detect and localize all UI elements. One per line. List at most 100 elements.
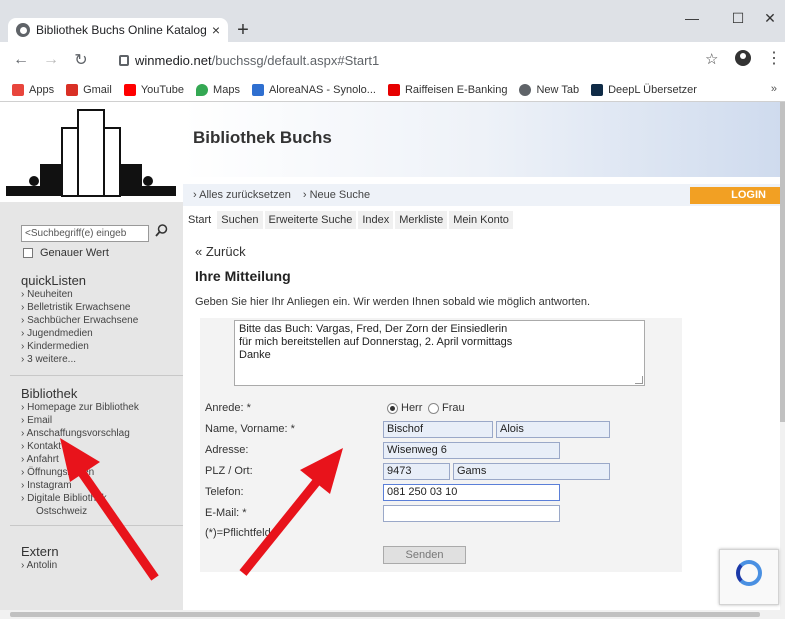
login-button[interactable]: LOGIN (690, 187, 780, 204)
close-tab-icon[interactable]: × (212, 22, 220, 38)
vertical-scroll-thumb[interactable] (780, 102, 785, 422)
tab-index[interactable]: Index (357, 210, 395, 230)
divider (10, 375, 183, 376)
url-path: /buchssg/default.aspx#Start1 (211, 52, 380, 68)
lock-icon (119, 54, 129, 66)
resize-grip-icon[interactable] (635, 376, 643, 384)
sidebar-item-continued[interactable]: Ostschweiz (36, 506, 87, 517)
main-tabs: Start Suchen Erweiterte Suche Index Merk… (183, 210, 514, 230)
account-avatar-icon[interactable] (735, 50, 751, 66)
plz-label: PLZ / Ort: (205, 465, 253, 477)
exact-value-label: Genauer Wert (40, 247, 109, 259)
name-label: Name, Vorname: * (205, 423, 295, 435)
bookmark-gmail[interactable]: Gmail (66, 83, 112, 96)
main-content: « Zurück Ihre Mitteilung Geben Sie hier … (183, 230, 780, 610)
sidebar: <Suchbegriff(e) eingeb Genauer Wert quic… (0, 202, 183, 610)
horizontal-scroll-thumb[interactable] (10, 612, 760, 617)
apps-grid-icon (12, 83, 24, 96)
ort-input[interactable]: Gams (453, 463, 610, 480)
window-close-icon[interactable]: ✕ (760, 10, 780, 27)
anrede-label: Anrede: * (205, 402, 251, 414)
tab-title: Bibliothek Buchs Online Katalog (36, 23, 206, 37)
adresse-input[interactable]: Wisenweg 6 (383, 442, 560, 459)
search-icon[interactable] (155, 224, 168, 237)
radio-herr-icon[interactable] (387, 402, 398, 414)
browser-tab[interactable]: Bibliothek Buchs Online Katalog × (8, 18, 228, 42)
search-input[interactable]: <Suchbegriff(e) eingeb (21, 225, 149, 242)
sidebar-item[interactable]: › Öffnungszeiten (21, 467, 94, 478)
email-input[interactable] (383, 505, 560, 522)
back-link[interactable]: « Zurück (195, 244, 246, 259)
sidebar-item[interactable]: › Belletristik Erwachsene (21, 302, 130, 313)
bookmark-new-tab[interactable]: New Tab (519, 83, 579, 96)
new-search-link[interactable]: › Neue Suche (303, 189, 370, 201)
browser-tab-strip: Bibliothek Buchs Online Katalog × + — ☐ … (0, 0, 785, 42)
sidebar-item[interactable]: › Instagram (21, 480, 72, 491)
send-button[interactable]: Senden (383, 546, 466, 564)
tab-merkliste[interactable]: Merkliste (394, 210, 449, 230)
sidebar-item[interactable]: › Homepage zur Bibliothek (21, 402, 139, 413)
sidebar-item-email[interactable]: › Email (21, 415, 52, 426)
reset-link[interactable]: › Alles zurücksetzen (193, 189, 291, 201)
name-input[interactable]: Bischof (383, 421, 493, 438)
extern-heading: Extern (21, 544, 59, 559)
divider (10, 525, 183, 526)
page: Bibliothek Buchs › Alles zurücksetzen › … (0, 102, 780, 610)
minimize-icon[interactable]: — (682, 10, 702, 26)
tab-start[interactable]: Start (183, 210, 217, 230)
youtube-icon (123, 83, 136, 96)
recaptcha-icon (736, 560, 762, 586)
sidebar-item[interactable]: › Anfahrt (21, 454, 59, 465)
message-line: Danke (239, 349, 271, 361)
vorname-input[interactable]: Alois (496, 421, 610, 438)
back-arrow-icon[interactable]: ← (10, 51, 32, 69)
bookmark-raiffeisen[interactable]: Raiffeisen E-Banking (387, 83, 507, 96)
bookmark-synology[interactable]: AloreaNAS - Synolo... (251, 83, 376, 96)
plz-input[interactable]: 9473 (383, 463, 450, 480)
bookmark-star-icon[interactable]: ☆ (705, 50, 718, 68)
address-bar-row: ← → ↻ winmedio.net/buchssg/default.aspx#… (0, 42, 785, 78)
quicklisten-heading: quickListen (21, 273, 87, 288)
sidebar-item[interactable]: › Sachbücher Erwachsene (21, 315, 138, 326)
sidebar-item[interactable]: › Antolin (21, 560, 57, 571)
sidebar-item[interactable]: › Neuheiten (21, 289, 73, 300)
sidebar-item[interactable]: › Anschaffungsvorschlag (21, 428, 130, 439)
message-line: Bitte das Buch: Vargas, Fred, Der Zorn d… (239, 323, 508, 335)
header-banner: Bibliothek Buchs (183, 102, 780, 177)
bookmarks-bar: Apps Gmail YouTube Maps AloreaNAS - Syno… (0, 78, 785, 102)
sidebar-item[interactable]: › Kontakt (21, 441, 61, 452)
forward-arrow-icon[interactable]: → (40, 51, 62, 69)
exact-value-checkbox[interactable] (23, 248, 33, 258)
form-intro: Geben Sie hier Ihr Anliegen ein. Wir wer… (195, 296, 591, 308)
menu-kebab-icon[interactable]: ⋮ (766, 48, 782, 68)
sidebar-item[interactable]: › Digitale Bibliothek (21, 493, 107, 504)
telefon-label: Telefon: (205, 486, 244, 498)
tab-mein-konto[interactable]: Mein Konto (448, 210, 514, 230)
raiffeisen-icon (387, 83, 400, 96)
bookmark-youtube[interactable]: YouTube (123, 83, 184, 96)
sidebar-item[interactable]: › Jugendmedien (21, 328, 93, 339)
tab-suchen[interactable]: Suchen (216, 210, 264, 230)
synology-icon (251, 83, 264, 96)
library-logo[interactable] (0, 102, 183, 202)
message-line: für mich bereitstellen auf Donnerstag, 2… (239, 336, 513, 348)
globe-icon (16, 23, 30, 37)
reload-icon[interactable]: ↻ (70, 50, 92, 70)
sidebar-item[interactable]: › 3 weitere... (21, 354, 76, 365)
telefon-input[interactable]: 081 250 03 10 (383, 484, 560, 501)
maps-pin-icon (196, 83, 209, 96)
bookmark-deepl[interactable]: DeepL Übersetzer (591, 83, 697, 96)
radio-frau[interactable]: Frau (428, 402, 465, 414)
recaptcha-badge[interactable] (719, 549, 779, 605)
maximize-icon[interactable]: ☐ (728, 10, 748, 27)
url-bar[interactable]: winmedio.net/buchssg/default.aspx#Start1 (113, 48, 703, 72)
radio-herr[interactable]: Herr (387, 402, 422, 414)
bookmarks-more-icon[interactable]: » (771, 83, 777, 95)
radio-frau-icon[interactable] (428, 402, 439, 414)
sidebar-item[interactable]: › Kindermedien (21, 341, 89, 352)
bookmark-apps[interactable]: Apps (12, 83, 54, 96)
new-tab-button[interactable]: + (233, 20, 253, 40)
message-textarea[interactable]: Bitte das Buch: Vargas, Fred, Der Zorn d… (234, 320, 645, 386)
bookmark-maps[interactable]: Maps (196, 83, 240, 96)
tab-erweiterte-suche[interactable]: Erweiterte Suche (263, 210, 358, 230)
